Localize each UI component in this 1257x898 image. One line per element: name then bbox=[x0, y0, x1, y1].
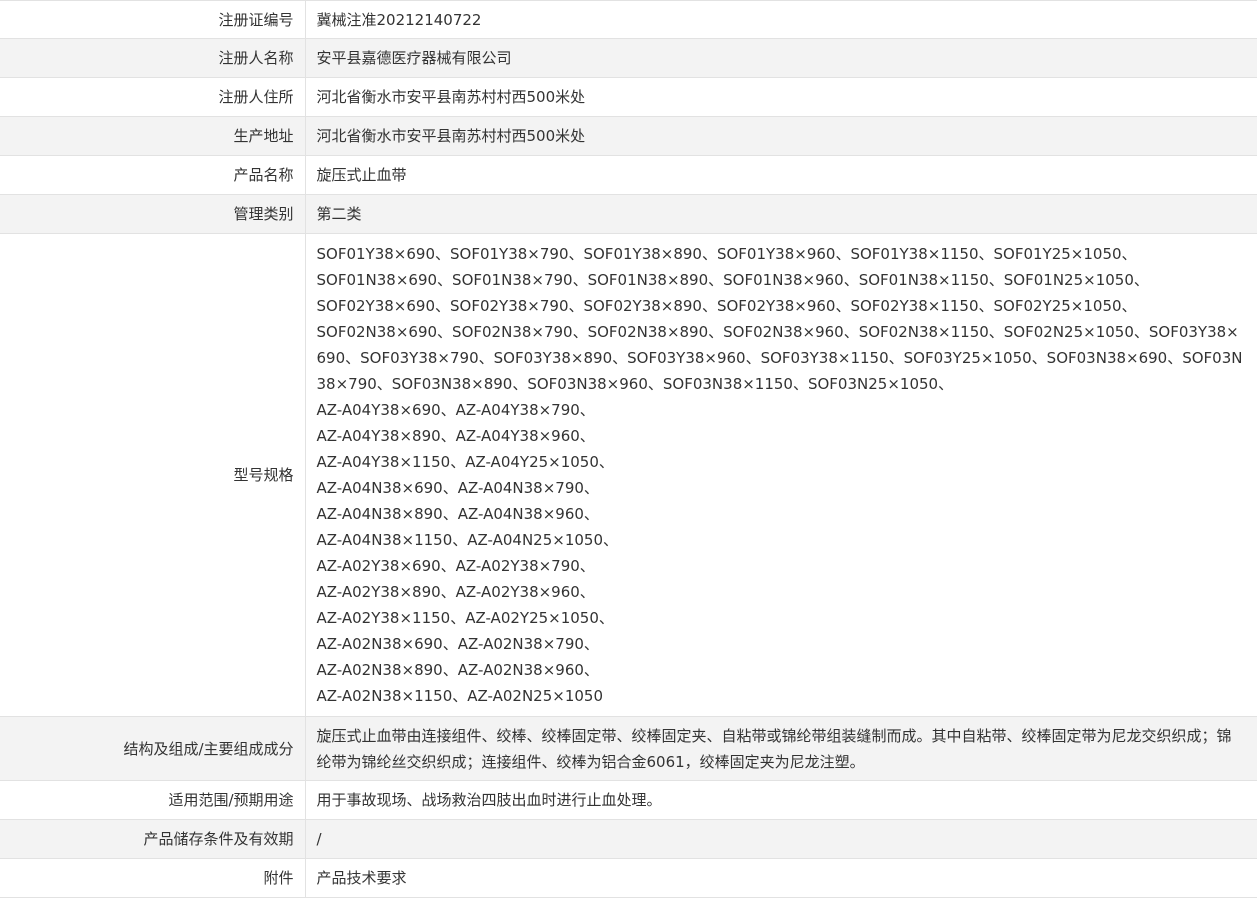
field-value: 旋压式止血带 bbox=[316, 166, 407, 184]
row-registrant-address: 注册人住所 河北省衡水市安平县南苏村村西500米处 bbox=[0, 77, 1257, 117]
field-label: 产品名称 bbox=[0, 155, 306, 195]
row-model-specification: 型号规格 SOF01Y38×690、SOF01Y38×790、SOF01Y38×… bbox=[0, 233, 1257, 717]
field-label: 型号规格 bbox=[0, 233, 306, 717]
field-label: 附件 bbox=[0, 858, 306, 898]
row-registration-number: 注册证编号 冀械注准20212140722 bbox=[0, 0, 1257, 39]
field-label: 注册证编号 bbox=[0, 0, 306, 39]
row-production-address: 生产地址 河北省衡水市安平县南苏村村西500米处 bbox=[0, 116, 1257, 156]
field-label: 注册人名称 bbox=[0, 38, 306, 78]
field-value: SOF01Y38×690、SOF01Y38×790、SOF01Y38×890、S… bbox=[316, 245, 1243, 705]
row-storage-validity: 产品储存条件及有效期 / bbox=[0, 819, 1257, 859]
field-label: 生产地址 bbox=[0, 116, 306, 156]
field-label: 产品储存条件及有效期 bbox=[0, 819, 306, 859]
field-label: 管理类别 bbox=[0, 194, 306, 234]
row-management-class: 管理类别 第二类 bbox=[0, 194, 1257, 234]
field-value: 旋压式止血带由连接组件、绞棒、绞棒固定带、绞棒固定夹、自粘带或锦纶带组装缝制而成… bbox=[305, 716, 1257, 781]
row-intended-use: 适用范围/预期用途 用于事故现场、战场救治四肢出血时进行止血处理。 bbox=[0, 780, 1257, 820]
field-label: 注册人住所 bbox=[0, 77, 306, 117]
field-value: 河北省衡水市安平县南苏村村西500米处 bbox=[316, 88, 586, 106]
field-value: 用于事故现场、战场救治四肢出血时进行止血处理。 bbox=[316, 791, 662, 809]
field-label: 适用范围/预期用途 bbox=[0, 780, 306, 820]
field-value: 第二类 bbox=[305, 194, 1257, 234]
row-product-name: 产品名称 旋压式止血带 bbox=[0, 155, 1257, 195]
row-structure-composition: 结构及组成/主要组成成分 旋压式止血带由连接组件、绞棒、绞棒固定带、绞棒固定夹、… bbox=[0, 716, 1257, 781]
field-value: 安平县嘉德医疗器械有限公司 bbox=[305, 38, 1257, 78]
field-label: 结构及组成/主要组成成分 bbox=[0, 716, 306, 781]
field-value: 产品技术要求 bbox=[316, 869, 407, 887]
field-value: 河北省衡水市安平县南苏村村西500米处 bbox=[305, 116, 1257, 156]
field-value: 冀械注准20212140722 bbox=[316, 10, 482, 29]
field-value: / bbox=[305, 819, 1257, 859]
row-registrant-name: 注册人名称 安平县嘉德医疗器械有限公司 bbox=[0, 38, 1257, 78]
registration-detail-table: 注册证编号 冀械注准20212140722 注册人名称 安平县嘉德医疗器械有限公… bbox=[0, 0, 1257, 898]
row-attachment: 附件 产品技术要求 bbox=[0, 858, 1257, 898]
